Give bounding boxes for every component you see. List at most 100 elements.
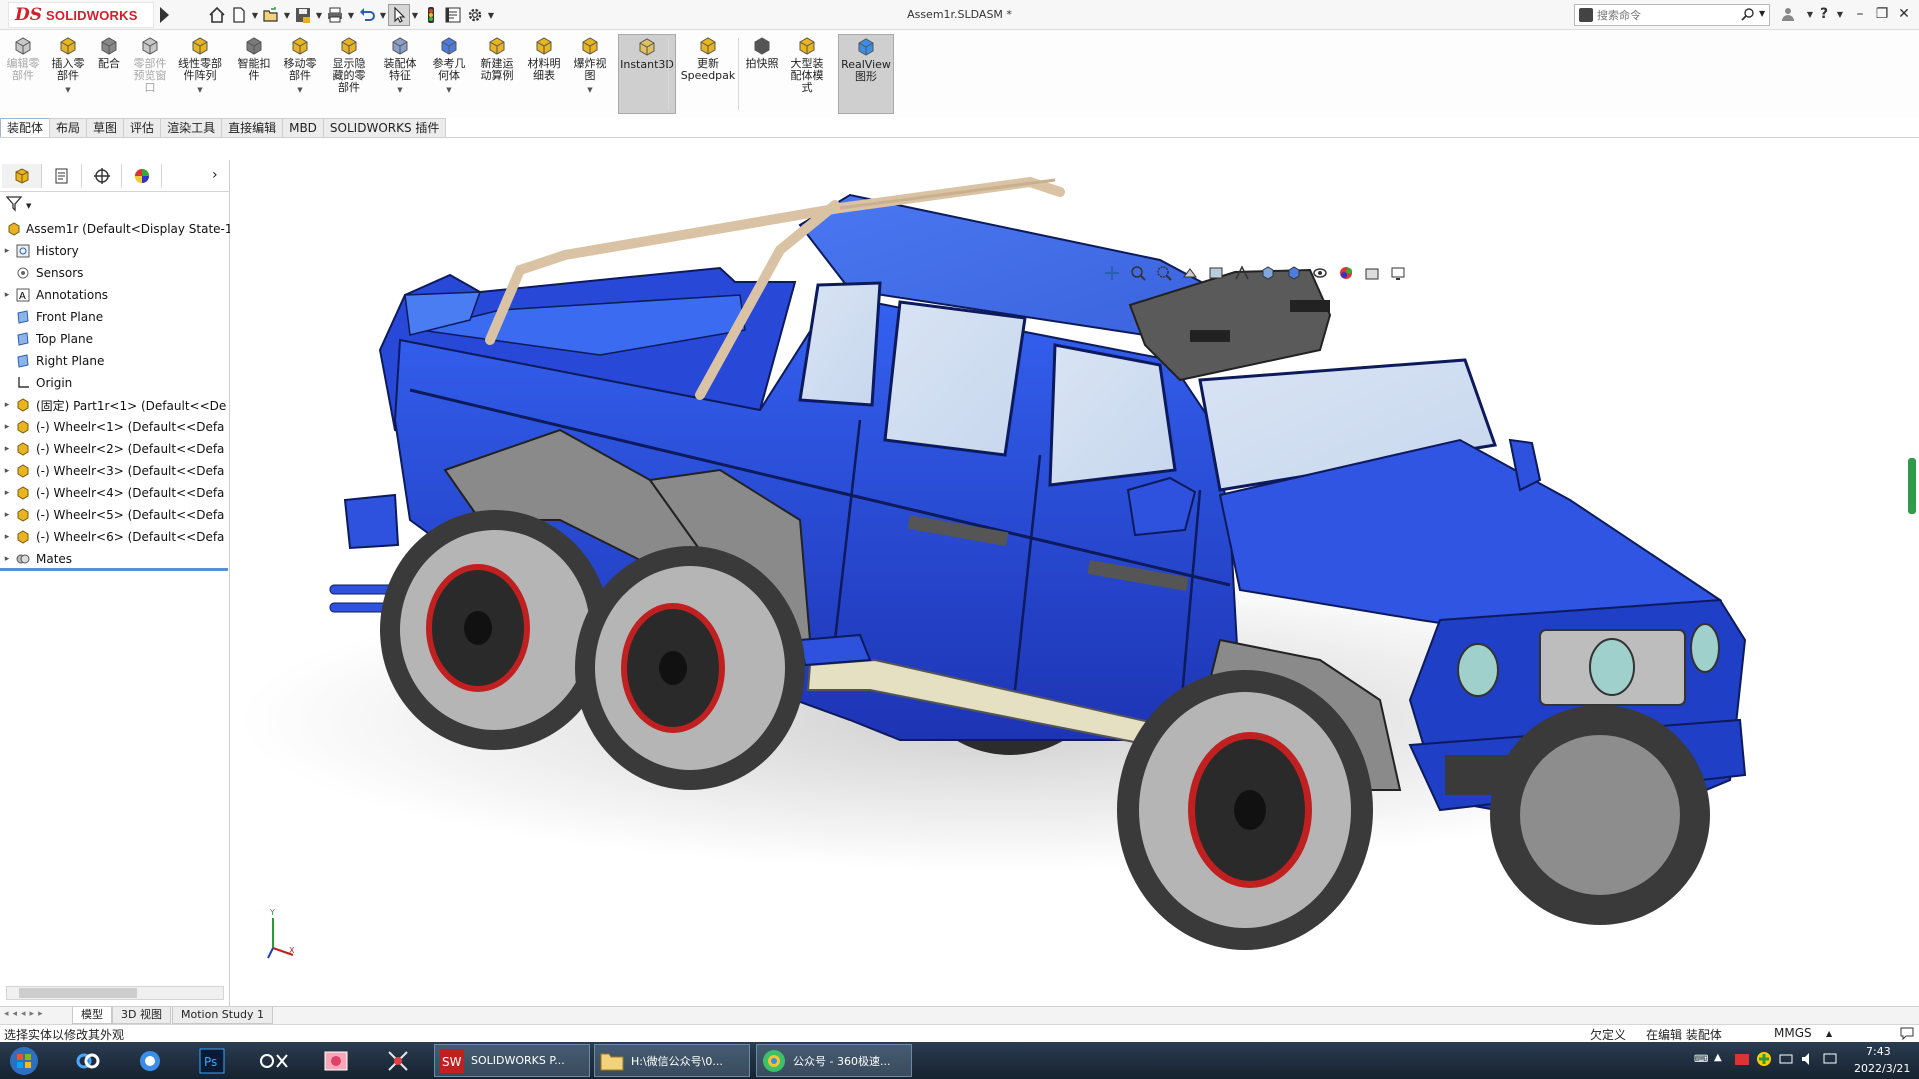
new-document-icon[interactable] <box>228 4 250 26</box>
status-bar-chat-icon[interactable] <box>1900 1026 1914 1043</box>
bill-of-materials-button[interactable]: 材料明 细表 <box>524 34 564 114</box>
tray-app-icon[interactable] <box>1734 1051 1750 1070</box>
clock-time[interactable]: 7:43 <box>1866 1045 1891 1058</box>
open-folder-icon[interactable] <box>260 4 282 26</box>
snapshot-button[interactable]: 拍快照 <box>744 34 780 114</box>
new-dropdown-icon[interactable]: ▼ <box>250 11 260 20</box>
tree-root-assembly[interactable]: Assem1r (Default<Display State-1 <box>0 218 230 240</box>
bottom-tab-0[interactable]: 模型 <box>72 1007 112 1024</box>
minimize-icon[interactable]: – <box>1850 4 1870 24</box>
tray-network-icon[interactable] <box>1778 1051 1794 1070</box>
smart-fasteners-button[interactable]: 智能扣 件 <box>234 34 274 114</box>
search-input[interactable] <box>1597 6 1727 24</box>
new-motion-study-button[interactable]: 新建运 动算例 <box>476 34 518 114</box>
large-assembly-mode-button[interactable]: 大型装 配体模 式 <box>784 34 830 114</box>
help-dropdown-icon[interactable]: ▼ <box>1830 4 1850 24</box>
move-component-dropdown-icon[interactable]: ▼ <box>297 84 302 96</box>
filter-dropdown-icon[interactable]: ▼ <box>26 202 31 210</box>
tab-5[interactable]: 直接编辑 <box>221 118 284 138</box>
tree-item[interactable]: ▸ (-) Wheelr<2> (Default<<Defa <box>0 438 230 460</box>
undo-dropdown-icon[interactable]: ▼ <box>378 11 388 20</box>
apply-scene-icon[interactable] <box>1361 262 1383 284</box>
scrollbar-thumb[interactable] <box>19 988 137 998</box>
zoom-to-fit-icon[interactable] <box>1127 262 1149 284</box>
options-dropdown-icon[interactable]: ▼ <box>486 11 496 20</box>
home-icon[interactable] <box>206 4 228 26</box>
menu-expand-arrow-icon[interactable] <box>160 7 169 23</box>
tab-1[interactable]: 布局 <box>49 118 88 138</box>
taskbar-task-2[interactable]: 公众号 - 360极速... <box>756 1044 912 1077</box>
keyboard-icon[interactable]: ⌨ <box>1694 1054 1708 1065</box>
media-app-icon[interactable] <box>252 1045 296 1077</box>
hide-show-items-icon[interactable] <box>1309 262 1331 284</box>
edit-component-button[interactable]: 编辑零 部件 <box>2 34 44 114</box>
appearance-tab-icon[interactable] <box>122 164 162 188</box>
show-hidden-icons-icon[interactable]: ▲ <box>1714 1052 1722 1063</box>
tree-item[interactable]: ▸ (固定) Part1r<1> (Default<<De <box>0 394 230 416</box>
insert-component-dropdown-icon[interactable]: ▼ <box>65 84 70 96</box>
expand-arrow-icon[interactable]: ▸ <box>0 488 14 498</box>
horizontal-scrollbar[interactable] <box>6 986 224 1000</box>
select-pointer-icon[interactable] <box>388 4 410 26</box>
bottom-tab-1[interactable]: 3D 视图 <box>112 1007 171 1024</box>
save-dropdown-icon[interactable]: ▼ <box>314 11 324 20</box>
display-style-icon[interactable] <box>1283 262 1305 284</box>
image-viewer-icon[interactable] <box>314 1045 358 1077</box>
baidu-netdisk-icon[interactable] <box>66 1045 110 1077</box>
expand-arrow-icon[interactable]: ▸ <box>0 554 14 564</box>
edit-appearance-icon[interactable] <box>1335 262 1357 284</box>
close-icon[interactable]: ✕ <box>1894 4 1914 24</box>
taskbar-task-0[interactable]: SW SOLIDWORKS P... <box>434 1044 590 1077</box>
previous-view-icon[interactable] <box>1179 262 1201 284</box>
tree-item[interactable]: Top Plane <box>0 328 230 350</box>
tab-4[interactable]: 渲染工具 <box>160 118 223 138</box>
select-dropdown-icon[interactable]: ▼ <box>410 11 420 20</box>
mate-button[interactable]: 配合 <box>94 34 124 114</box>
undo-icon[interactable] <box>356 4 378 26</box>
tree-item[interactable]: Right Plane <box>0 350 230 372</box>
tree-item[interactable]: ▸ History <box>0 240 230 262</box>
start-button-icon[interactable] <box>2 1045 46 1077</box>
tree-item[interactable]: ▸ (-) Wheelr<6> (Default<<Defa <box>0 526 230 548</box>
view-settings-icon[interactable] <box>1387 262 1409 284</box>
expand-arrow-icon[interactable]: ▸ <box>0 422 14 432</box>
tray-volume-icon[interactable] <box>1800 1051 1816 1070</box>
tree-item[interactable]: ▸ (-) Wheelr<1> (Default<<Defa <box>0 416 230 438</box>
user-account-icon[interactable] <box>1778 4 1798 24</box>
save-icon[interactable] <box>292 4 314 26</box>
show-hidden-button[interactable]: 显示隐 藏的零 部件 <box>326 34 372 114</box>
task-pane-scroll-indicator[interactable] <box>1908 458 1916 514</box>
assembly-features-button[interactable]: 装配体 特征 ▼ <box>378 34 422 114</box>
view-orientation-icon[interactable] <box>1257 262 1279 284</box>
expand-arrow-icon[interactable]: ▸ <box>0 532 14 542</box>
tree-item[interactable]: Origin <box>0 372 230 394</box>
assembly-features-dropdown-icon[interactable]: ▼ <box>397 84 402 96</box>
truck-model-render[interactable]: Y X <box>231 138 1919 1008</box>
open-dropdown-icon[interactable]: ▼ <box>282 11 292 20</box>
bottom-tab-2[interactable]: Motion Study 1 <box>172 1007 274 1024</box>
expand-arrow-icon[interactable]: ▸ <box>0 400 14 410</box>
section-view-icon[interactable] <box>1205 262 1227 284</box>
ie-browser-icon[interactable] <box>128 1045 172 1077</box>
expand-arrow-icon[interactable]: ▸ <box>0 510 14 520</box>
featuremanager-tab-icon[interactable] <box>2 164 42 188</box>
reference-geometry-button[interactable]: 参考几 何体 ▼ <box>428 34 470 114</box>
zoom-to-area-icon[interactable] <box>1153 262 1175 284</box>
solidworks-logo[interactable]: DS SOLIDWORKS <box>8 2 154 28</box>
taskbar-task-1[interactable]: H:\微信公众号\0... <box>594 1044 750 1077</box>
tree-item[interactable]: Front Plane <box>0 306 230 328</box>
clock-date[interactable]: 2022/3/21 <box>1854 1062 1910 1075</box>
tree-item[interactable]: ▸ A Annotations <box>0 284 230 306</box>
search-dropdown-icon[interactable]: ▼ <box>1759 9 1765 18</box>
expand-arrow-icon[interactable]: ▸ <box>0 466 14 476</box>
graphics-area[interactable]: Y X ⇤ ⇥ – ❐ ✕ <box>231 138 1919 1008</box>
print-icon[interactable] <box>324 4 346 26</box>
tray-security-icon[interactable] <box>1756 1051 1772 1070</box>
file-properties-icon[interactable] <box>442 4 464 26</box>
print-dropdown-icon[interactable]: ▼ <box>346 11 356 20</box>
move-component-button[interactable]: 移动零 部件 ▼ <box>280 34 320 114</box>
reference-geometry-dropdown-icon[interactable]: ▼ <box>446 84 451 96</box>
filter-icon[interactable] <box>5 196 26 214</box>
tree-item[interactable]: ▸ Mates <box>0 548 230 570</box>
tree-item[interactable]: Sensors <box>0 262 230 284</box>
